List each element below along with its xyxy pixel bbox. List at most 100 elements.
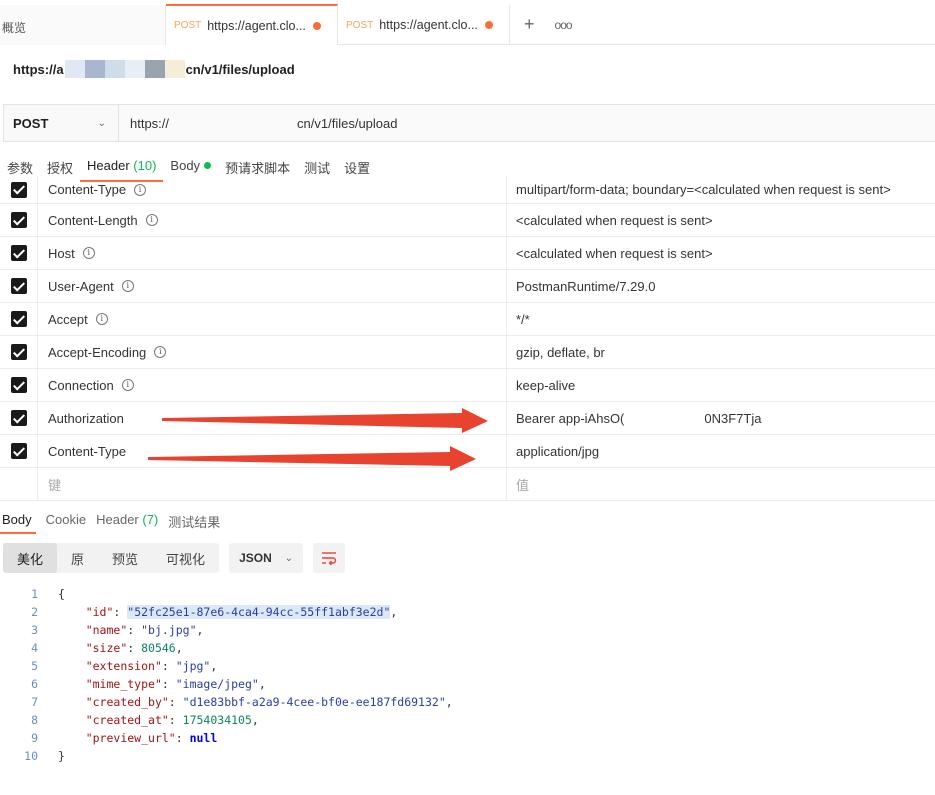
format-select[interactable]: JSON ⌄: [229, 543, 304, 573]
info-icon[interactable]: i: [121, 280, 134, 292]
unsaved-dot-icon: [313, 22, 321, 30]
header-key[interactable]: User-Agent i: [38, 269, 507, 303]
redaction-mosaic: [64, 60, 185, 78]
header-key-text: Content-Length: [48, 212, 138, 228]
checkbox-cell: [0, 302, 38, 336]
checkbox-checked-icon[interactable]: [10, 181, 27, 198]
json-close-brace: }: [58, 749, 65, 763]
tab-tests-label: 测试: [304, 161, 331, 176]
code-line: 7 "created_by": "d1e83bbf-a2a9-4cee-bf0e…: [0, 693, 453, 711]
header-key[interactable]: Host i: [38, 236, 507, 270]
view-preview-button[interactable]: 预览: [98, 543, 152, 573]
view-visualize-button[interactable]: 可视化: [152, 543, 219, 573]
header-value[interactable]: application/jpg: [507, 444, 935, 459]
response-tab-cookie[interactable]: Cookie: [44, 504, 94, 534]
header-key[interactable]: Content-Type i: [38, 175, 507, 204]
header-value[interactable]: */*: [507, 312, 935, 327]
line-number: 6: [31, 677, 38, 691]
info-icon[interactable]: i: [134, 183, 147, 196]
header-key[interactable]: Accept i: [38, 302, 507, 336]
view-pretty-button[interactable]: 美化: [3, 543, 58, 573]
header-value[interactable]: multipart/form-data; boundary=<calculate…: [507, 182, 935, 197]
response-tab-body-label: Body: [2, 512, 32, 527]
json-key: "created_at": [85, 713, 169, 727]
header-value[interactable]: <calculated when request is sent>: [507, 246, 935, 261]
response-tab-tests-label: 测试结果: [168, 515, 221, 530]
checkbox-checked-icon[interactable]: [10, 311, 27, 327]
table-row-new: 键 值: [0, 467, 935, 501]
line-number: 2: [31, 605, 38, 619]
header-value[interactable]: keep-alive: [507, 378, 935, 393]
header-value[interactable]: Bearer app-iAhsO(0N3F7Tja: [507, 410, 935, 426]
info-icon[interactable]: i: [145, 214, 158, 226]
request-title[interactable]: https://a cn/v1/files/upload: [13, 60, 295, 78]
checkbox-checked-icon[interactable]: [10, 245, 27, 261]
checkbox-checked-icon[interactable]: [10, 344, 27, 360]
checkbox-checked-icon[interactable]: [10, 377, 27, 393]
url-prefix: https://: [130, 115, 170, 131]
more-icon[interactable]: ooo: [555, 18, 573, 32]
response-tab-test-results[interactable]: 测试结果: [166, 504, 228, 534]
response-tab-headers[interactable]: Header (7): [94, 504, 166, 534]
tab-actions: + ooo: [510, 5, 573, 44]
header-value-suffix: 0N3F7Tja: [704, 410, 762, 426]
header-value[interactable]: PostmanRuntime/7.29.0: [507, 279, 935, 294]
checkbox-checked-icon[interactable]: [10, 410, 27, 426]
table-row: Accept-Encoding i gzip, deflate, br: [0, 335, 935, 369]
view-raw-button[interactable]: 原: [57, 543, 98, 573]
header-value[interactable]: gzip, deflate, br: [507, 345, 935, 360]
info-icon[interactable]: i: [82, 247, 95, 259]
code-line: 1{: [0, 585, 453, 603]
wrap-lines-button[interactable]: [313, 543, 346, 573]
header-key[interactable]: Connection i: [38, 368, 507, 402]
checkbox-checked-icon[interactable]: [10, 278, 27, 294]
header-value-text: <calculated when request is sent>: [516, 212, 713, 228]
response-tab-body[interactable]: Body: [0, 504, 36, 534]
request-tab-1[interactable]: POST https://agent.clo...: [166, 4, 338, 45]
tab-overview[interactable]: 概览: [0, 5, 166, 45]
header-key[interactable]: Content-Length i: [38, 203, 507, 237]
header-value-text: */*: [516, 311, 530, 327]
json-key: "id": [85, 605, 114, 619]
info-icon[interactable]: i: [121, 379, 134, 391]
response-tab-cookie-label: Cookie: [45, 512, 87, 527]
line-number: 1: [31, 587, 38, 601]
tab-method: POST: [346, 19, 374, 31]
view-mode-segmented: 美化 原 预览 可视化: [3, 543, 220, 573]
info-icon[interactable]: i: [154, 346, 167, 358]
header-key[interactable]: Accept-Encoding i: [38, 335, 507, 369]
json-key: "size": [85, 641, 128, 655]
method-select[interactable]: POST ⌄: [4, 105, 119, 141]
new-header-key-input[interactable]: 键: [38, 467, 507, 501]
wrap-lines-icon: [322, 552, 337, 565]
header-key[interactable]: Authorization: [38, 401, 507, 435]
checkbox-checked-icon[interactable]: [10, 443, 27, 459]
plus-icon[interactable]: +: [524, 14, 535, 35]
new-header-value-input[interactable]: 值: [507, 475, 935, 494]
line-number: 7: [31, 695, 38, 709]
code-line: 9 "preview_url": null: [0, 729, 453, 747]
checkbox-cell: [0, 368, 38, 402]
header-key-text: Accept-Encoding: [48, 344, 147, 360]
tab-label: https://agent.clo...: [207, 18, 306, 33]
tab-auth-label: 授权: [47, 161, 74, 176]
line-number: 3: [31, 623, 38, 637]
url-suffix: cn/v1/files/upload: [297, 115, 398, 131]
info-icon[interactable]: i: [95, 313, 108, 325]
checkbox-cell: [0, 401, 38, 435]
checkbox-cell: [0, 434, 38, 468]
tab-strip: 概览 POST https://agent.clo... POST https:…: [0, 4, 935, 45]
json-key: "created_by": [85, 695, 169, 709]
checkbox-checked-icon[interactable]: [10, 212, 27, 228]
header-value-text: gzip, deflate, br: [516, 344, 605, 360]
request-tab-2[interactable]: POST https://agent.clo...: [338, 5, 510, 45]
code-line: 8 "created_at": 1754034105,: [0, 711, 453, 729]
url-input[interactable]: https:// cn/v1/files/upload: [119, 105, 935, 141]
response-body-code[interactable]: 1{ 2 "id": "52fc25e1-87e6-4ca4-94cc-55ff…: [0, 585, 453, 765]
header-key[interactable]: Content-Type: [38, 434, 507, 468]
checkbox-cell: [0, 236, 38, 270]
json-value: "image/jpeg": [175, 677, 259, 691]
header-value[interactable]: <calculated when request is sent>: [507, 213, 935, 228]
table-row: Content-Length i <calculated when request…: [0, 203, 935, 237]
redacted-host: [169, 114, 298, 132]
